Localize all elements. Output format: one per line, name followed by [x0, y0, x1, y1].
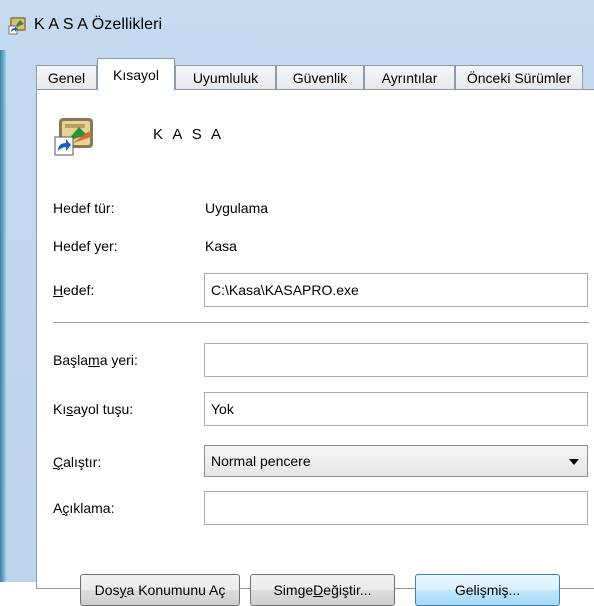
app-shortcut-icon	[53, 113, 99, 159]
tab-security[interactable]: Güvenlik	[276, 65, 364, 90]
shortcut-tab-panel: K A S A Hedef tür: Uygulama Hedef yer: K…	[36, 89, 594, 606]
run-select-value: Normal pencere	[211, 453, 311, 469]
open-file-location-button[interactable]: Dos y a Konumunu Aç	[80, 574, 240, 606]
desktop-edge	[0, 50, 6, 582]
properties-window: K A S A Özellikleri Genel Kısayol Uyumlu…	[0, 0, 594, 606]
tab-shortcut[interactable]: Kısayol	[97, 58, 175, 90]
shortcut-app-icon	[8, 14, 30, 36]
tab-general[interactable]: Genel	[36, 65, 97, 90]
run-label: Çalıştır:	[53, 454, 102, 470]
change-icon-button[interactable]: Simge Değiştir...	[250, 574, 395, 606]
start-in-field[interactable]	[204, 343, 588, 377]
target-location-label: Hedef yer:	[53, 238, 118, 254]
title-bar[interactable]: K A S A Özellikleri	[8, 12, 594, 38]
hotkey-field-value: Yok	[211, 401, 234, 417]
shortcut-name: K A S A	[153, 126, 225, 143]
target-label: Hedef:	[53, 282, 95, 298]
window-title: K A S A Özellikleri	[34, 16, 163, 33]
tab-details[interactable]: Ayrıntılar	[364, 65, 455, 90]
target-type-label: Hedef tür:	[53, 200, 115, 216]
tab-compatibility[interactable]: Uyumluluk	[175, 65, 276, 90]
comment-label: Açıklama:	[53, 500, 115, 516]
chevron-down-icon	[569, 459, 579, 465]
comment-field[interactable]	[204, 491, 588, 525]
target-location-value: Kasa	[205, 238, 237, 254]
run-select[interactable]: Normal pencere	[204, 445, 588, 477]
tab-previous-versions[interactable]: Önceki Sürümler	[455, 65, 583, 90]
target-field-value: C:\Kasa\KASAPRO.exe	[211, 282, 359, 298]
separator-highlight	[53, 323, 589, 324]
advanced-button[interactable]: Gelişmiş...	[415, 574, 560, 606]
hotkey-label: Kısayol tuşu:	[53, 401, 134, 417]
target-type-value: Uygulama	[205, 200, 269, 216]
start-in-label: Başlama yeri:	[53, 352, 138, 368]
target-field[interactable]: C:\Kasa\KASAPRO.exe	[204, 273, 588, 307]
hotkey-field[interactable]: Yok	[204, 392, 588, 426]
tab-strip: Genel Kısayol Uyumluluk Güvenlik Ayrıntı…	[36, 57, 594, 90]
